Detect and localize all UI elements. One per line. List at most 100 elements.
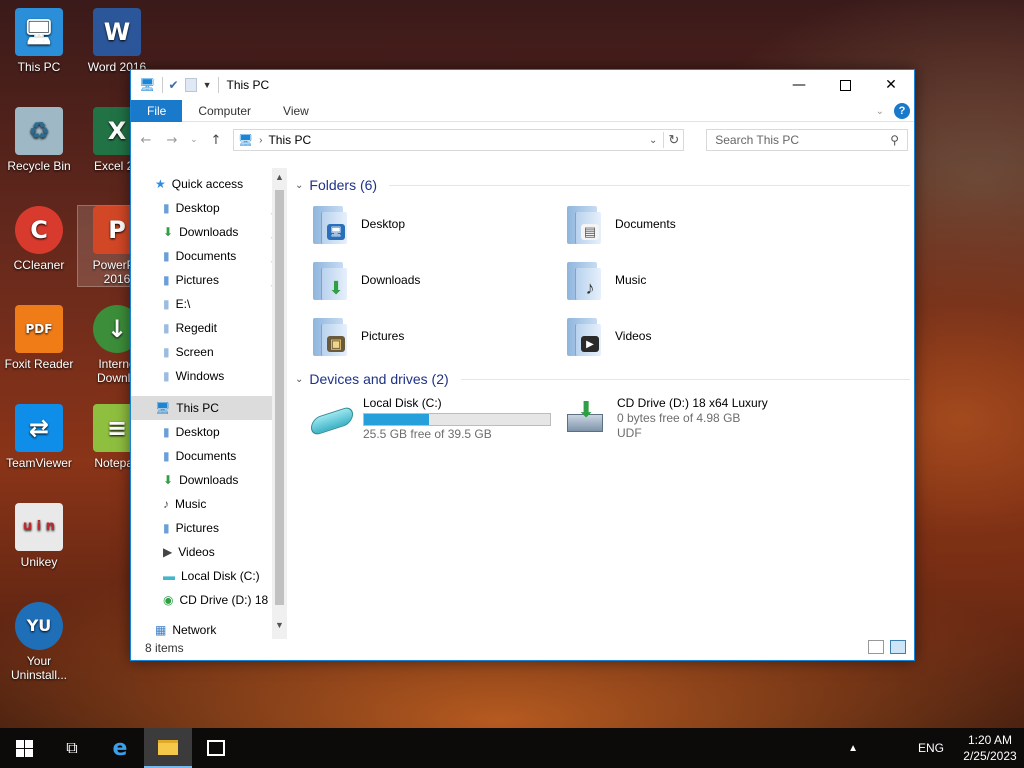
nav-quick-access[interactable]: ★ Quick access	[131, 172, 287, 196]
desktop-icon-this-pc[interactable]: 🖥 This PC	[0, 8, 78, 74]
back-button[interactable]: ←	[137, 133, 155, 148]
tab-view[interactable]: View	[267, 100, 325, 122]
desktop-icon-recycle-bin[interactable]: ♻ Recycle Bin	[0, 107, 78, 173]
nav-this-pc[interactable]: 🖥 This PC	[131, 396, 287, 420]
item-count: 8 items	[145, 641, 184, 655]
drive-free-space: 0 bytes free of 4.98 GB	[617, 411, 741, 425]
desktop-icon-word[interactable]: W Word 2016	[78, 8, 156, 74]
desktop-icon-foxit[interactable]: PDF Foxit Reader	[0, 305, 78, 371]
expand-ribbon-chevron-icon[interactable]: ⌄	[876, 106, 884, 117]
large-icons-view-icon[interactable]	[890, 640, 906, 654]
nav-pc-documents[interactable]: ▮ Documents	[131, 444, 287, 468]
recent-locations-chevron-icon[interactable]: ⌄	[189, 135, 199, 145]
nav-quick-pictures[interactable]: ▮ Pictures 📌	[131, 268, 287, 292]
system-tray: ▲ ENG 1:20 AM 2/25/2023	[848, 728, 1024, 768]
windows-logo-icon	[15, 739, 33, 757]
desktop-icon-unikey[interactable]: u i n Unikey	[0, 503, 78, 569]
nav-pc-desktop[interactable]: ▮ Desktop	[131, 420, 287, 444]
nav-quick-screen[interactable]: ▮ Screen	[131, 340, 287, 364]
scroll-down-icon[interactable]: ▼	[272, 620, 287, 630]
help-icon[interactable]: ?	[894, 103, 910, 119]
nav-quick-regedit[interactable]: ▮ Regedit	[131, 316, 287, 340]
collapse-chevron-icon[interactable]: ⌄	[295, 374, 303, 385]
breadcrumb[interactable]: This PC	[268, 133, 642, 147]
scroll-up-icon[interactable]: ▲	[272, 172, 287, 182]
desktop-icon-teamviewer[interactable]: ⇄ TeamViewer	[0, 404, 78, 470]
new-folder-icon[interactable]	[184, 78, 197, 92]
ccleaner-icon: C	[15, 206, 63, 254]
ribbon-controls: ⌄ ?	[876, 103, 910, 119]
address-bar[interactable]: 🖥 › This PC ⌄ ↻	[232, 129, 685, 151]
drive-free-space: 25.5 GB free of 39.5 GB	[363, 427, 492, 441]
language-indicator[interactable]: ENG	[918, 741, 944, 755]
drive-local-disk-c[interactable]: Local Disk (C:) 25.5 GB free of 39.5 GB	[309, 396, 563, 444]
scrollbar-thumb[interactable]	[275, 190, 284, 605]
minimize-button[interactable]: —	[776, 70, 822, 100]
taskbar-internet-explorer[interactable]: e	[96, 728, 144, 768]
clock[interactable]: 1:20 AM 2/25/2023	[956, 732, 1024, 764]
close-button[interactable]: ✕	[868, 70, 914, 100]
refresh-icon[interactable]: ↻	[663, 132, 679, 148]
divider	[161, 77, 163, 93]
folder-videos[interactable]: ▶ Videos	[563, 312, 817, 360]
nav-pc-cd-drive[interactable]: ◉ CD Drive (D:) 18	[131, 588, 287, 612]
details-view-icon[interactable]	[868, 640, 884, 654]
nav-pc-videos[interactable]: ▶ Videos	[131, 540, 287, 564]
nav-quick-downloads[interactable]: ⬇ Downloads 📌	[131, 220, 287, 244]
uninstaller-icon: YU	[15, 602, 63, 650]
network-icon: ▦	[155, 623, 167, 637]
taskbar-store[interactable]	[192, 728, 240, 768]
hard-drive-icon: ▬	[163, 569, 175, 583]
ribbon: File Computer View ⌄ ?	[131, 99, 914, 122]
nav-pc-downloads[interactable]: ⬇ Downloads	[131, 468, 287, 492]
folders-grid: 🖥 Desktop ▤ Documents ⬇ Downloads ♪ Musi…	[295, 200, 910, 360]
nav-quick-e-drive[interactable]: ▮ E:\	[131, 292, 287, 316]
desktop-icon-your-uninstaller[interactable]: YU Your Uninstall...	[0, 602, 78, 682]
task-view-button[interactable]: ⧉	[48, 728, 96, 768]
nav-quick-documents[interactable]: ▮ Documents 📌	[131, 244, 287, 268]
start-button[interactable]	[0, 728, 48, 768]
nav-scrollbar[interactable]: ▲ ▼	[272, 168, 287, 639]
search-icon: ⚲	[890, 133, 899, 147]
show-hidden-icons-chevron-icon[interactable]: ▲	[848, 743, 858, 754]
documents-folder-icon: ▮	[163, 449, 170, 463]
properties-icon[interactable]: ✔	[169, 78, 179, 92]
nav-pc-local-disk[interactable]: ▬ Local Disk (C:)	[131, 564, 287, 588]
folders-group-header[interactable]: ⌄ Folders (6)	[295, 174, 910, 196]
this-pc-icon: 🖥	[155, 401, 171, 415]
nav-pc-music[interactable]: ♪ Music	[131, 492, 287, 516]
divider	[389, 184, 910, 186]
up-button[interactable]: ↑	[207, 133, 225, 148]
folder-desktop[interactable]: 🖥 Desktop	[309, 200, 563, 248]
folder-music[interactable]: ♪ Music	[563, 256, 817, 304]
monitor-icon: 🖥	[15, 8, 63, 56]
folder-documents[interactable]: ▤ Documents	[563, 200, 817, 248]
nav-quick-windows[interactable]: ▮ Windows	[131, 364, 287, 388]
music-folder-icon: ♪	[563, 258, 607, 302]
pictures-folder-icon: ▮	[163, 521, 170, 535]
title-bar[interactable]: 🖥 ✔ ▼ This PC — ✕	[131, 70, 914, 100]
unikey-icon: u i n	[15, 503, 63, 551]
maximize-button[interactable]	[822, 70, 868, 100]
drives-group-header[interactable]: ⌄ Devices and drives (2)	[295, 368, 910, 390]
collapse-chevron-icon[interactable]: ⌄	[295, 180, 303, 191]
folder-icon: ▮	[163, 321, 170, 335]
window-controls: — ✕	[776, 70, 914, 100]
search-input[interactable]: Search This PC ⚲	[706, 129, 908, 151]
tab-file[interactable]: File	[131, 99, 183, 122]
nav-pc-pictures[interactable]: ▮ Pictures	[131, 516, 287, 540]
cd-drive-icon: ⬇	[563, 400, 609, 440]
teamviewer-icon: ⇄	[15, 404, 63, 452]
tab-computer[interactable]: Computer	[182, 100, 267, 122]
address-dropdown-chevron-icon[interactable]: ⌄	[649, 135, 657, 146]
desktop-icon-ccleaner[interactable]: C CCleaner	[0, 206, 78, 272]
content-pane: ⌄ Folders (6) 🖥 Desktop ▤ Documents ⬇ Do…	[295, 168, 910, 638]
drive-cd-d[interactable]: ⬇ CD Drive (D:) 18 x64 Luxury 0 bytes fr…	[563, 396, 817, 444]
customize-toolbar-chevron-icon[interactable]: ▼	[203, 80, 212, 90]
folder-pictures[interactable]: ▣ Pictures	[309, 312, 563, 360]
folder-downloads[interactable]: ⬇ Downloads	[309, 256, 563, 304]
drives-grid: Local Disk (C:) 25.5 GB free of 39.5 GB …	[295, 396, 910, 444]
forward-button[interactable]: →	[163, 133, 181, 148]
taskbar-file-explorer[interactable]	[144, 728, 192, 768]
nav-quick-desktop[interactable]: ▮ Desktop 📌	[131, 196, 287, 220]
